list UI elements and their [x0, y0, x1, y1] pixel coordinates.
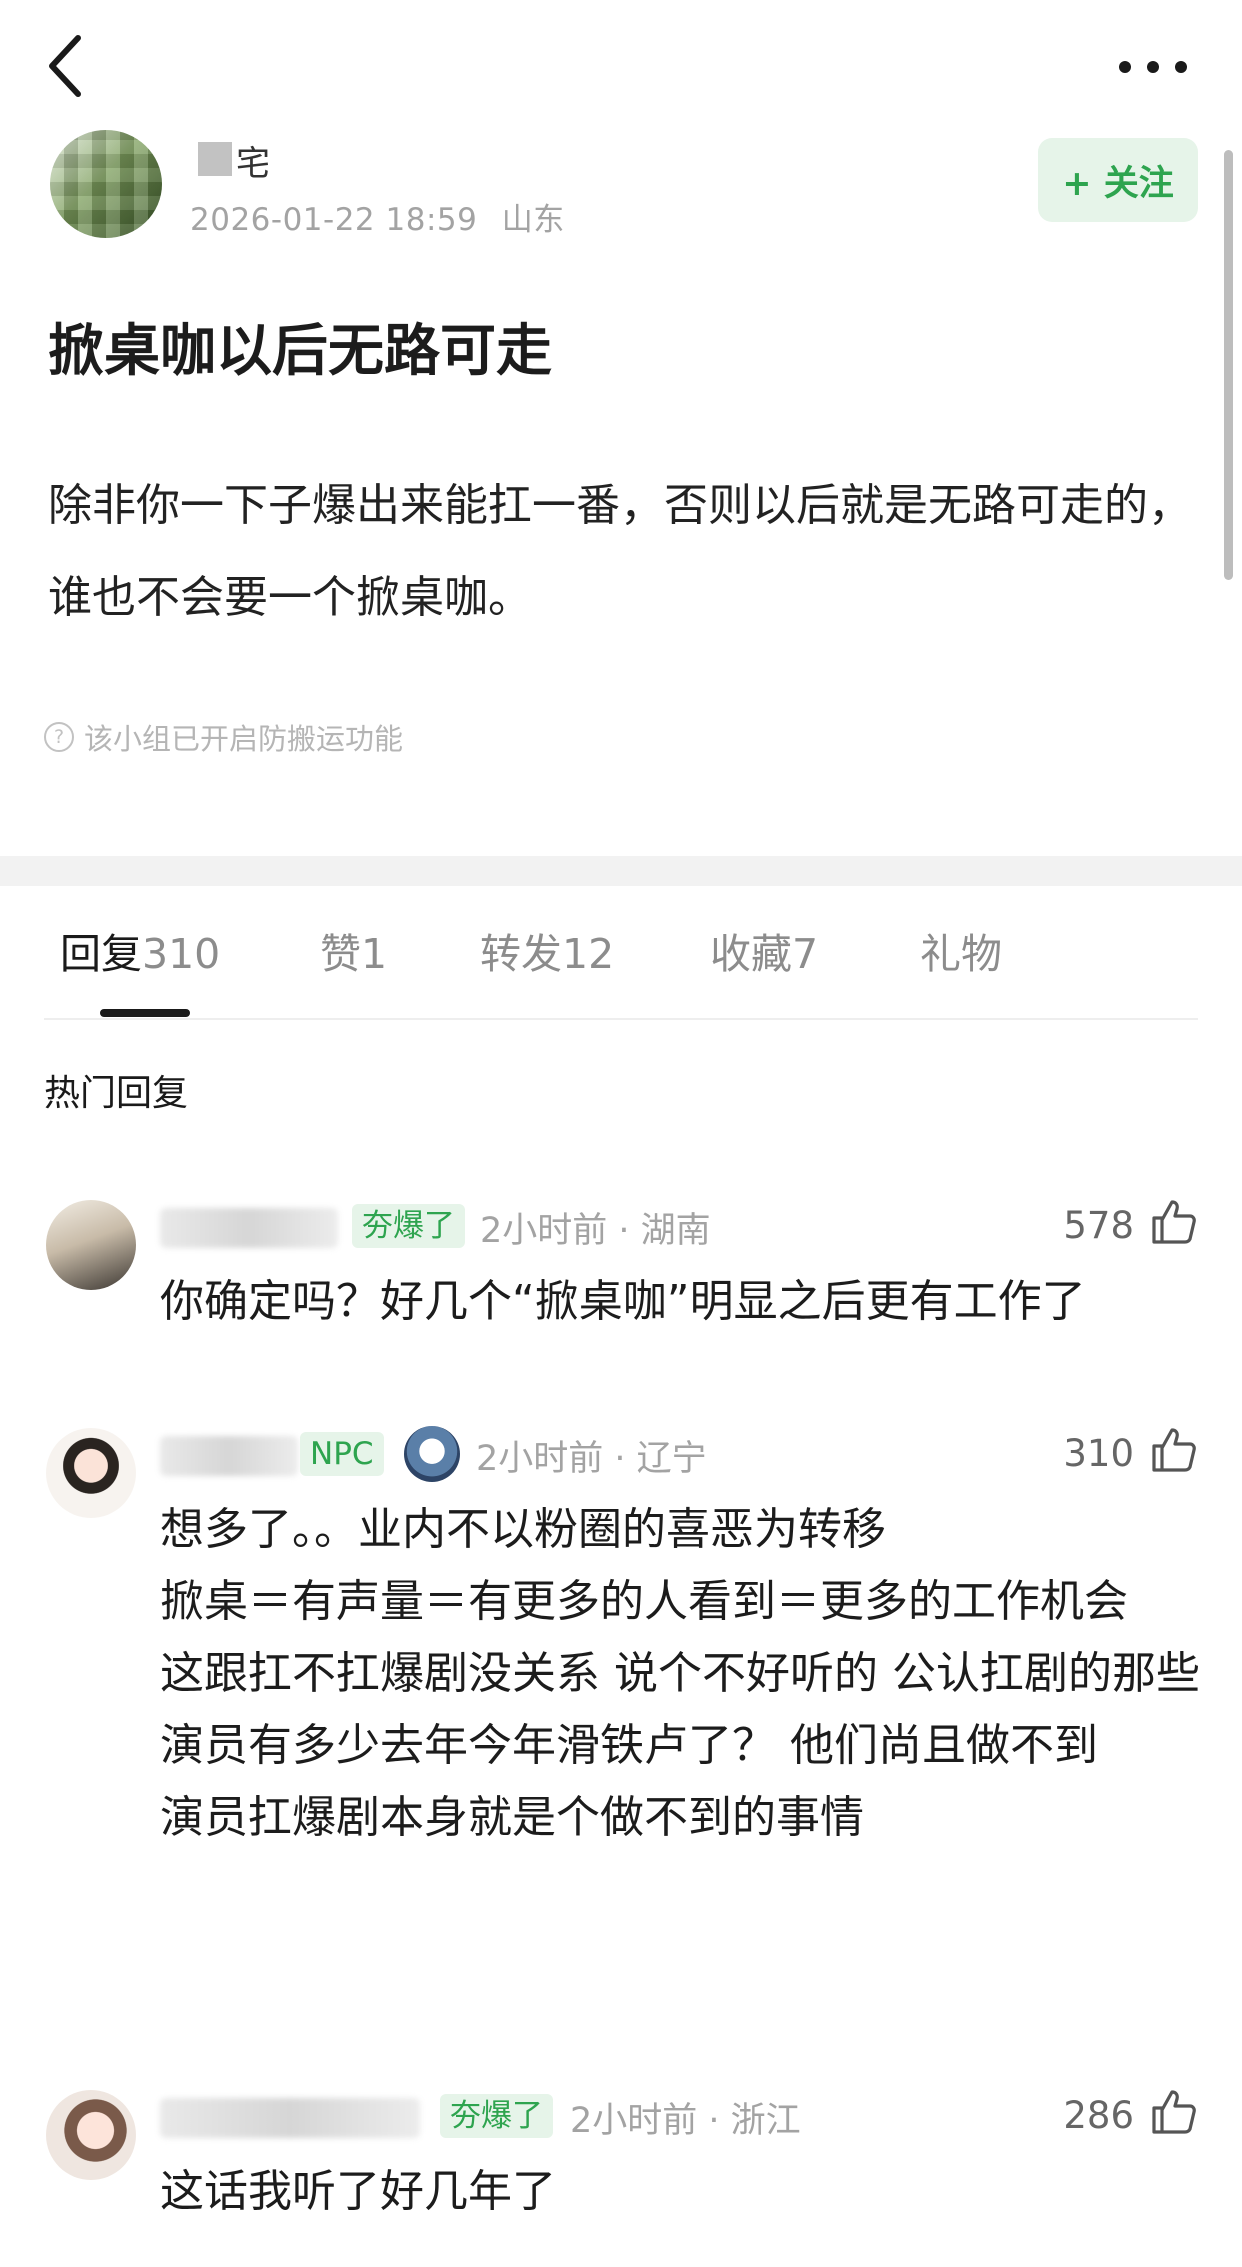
comment-time: 2小时前 — [570, 2101, 698, 2141]
npc-badge: NPC — [300, 1432, 384, 1476]
more-horizontal-icon[interactable] — [1108, 52, 1198, 82]
post-body: 除非你一下子爆出来能扛一番，否则以后就是无路可走的，谁也不会要一个掀桌咖。 — [48, 480, 1192, 623]
tab-gifts[interactable]: 礼物 — [920, 920, 1002, 980]
tab-likes-label: 赞 — [320, 930, 361, 978]
follow-button-label: + 关注 — [1062, 163, 1174, 204]
tab-likes-count: 1 — [361, 930, 388, 978]
comment-line: 想多了。。业内不以粉圈的喜恶为转移 — [160, 1504, 886, 1555]
tab-gifts-label: 礼物 — [920, 930, 1002, 978]
comment-line: 掀桌＝有声量＝有更多的人看到＝更多的工作机会 — [160, 1576, 1128, 1627]
comment-avatar[interactable] — [46, 1200, 136, 1290]
tab-likes[interactable]: 赞1 — [320, 920, 387, 980]
status-badge: 夯爆了 — [440, 2094, 553, 2138]
post-timestamp: 2026-01-22 18:59 — [190, 202, 478, 238]
comment-time: 2小时前 — [480, 1211, 608, 1251]
post-location: 山东 — [501, 202, 565, 238]
tab-reposts[interactable]: 转发12 — [480, 920, 614, 980]
comment-meta: 2小时前 · 湖南 — [480, 1211, 711, 1251]
comment-text: 这话我听了好几年了 — [160, 2166, 556, 2217]
status-badge: 夯爆了 — [352, 1204, 465, 1248]
tab-reposts-count: 12 — [562, 930, 615, 978]
tab-favorites[interactable]: 收藏7 — [710, 920, 818, 980]
comment-meta: 2小时前 · 浙江 — [570, 2101, 801, 2141]
commenter-name[interactable] — [160, 1436, 298, 1476]
comment-region: 湖南 — [640, 1211, 711, 1251]
question-circle-icon: ? — [44, 722, 74, 752]
comment-avatar[interactable] — [46, 1428, 136, 1518]
section-divider — [0, 856, 1242, 886]
commenter-name[interactable] — [160, 2098, 420, 2138]
notice-text: 该小组已开启防搬运功能 — [84, 722, 404, 756]
duck-emblem-icon — [404, 1426, 460, 1482]
comment-text: 想多了。。业内不以粉圈的喜恶为转移 掀桌＝有声量＝有更多的人看到＝更多的工作机会… — [160, 1494, 1200, 1854]
thumbs-up-icon[interactable] — [1148, 1424, 1200, 1476]
follow-button[interactable]: + 关注 — [1038, 138, 1198, 222]
thumbs-up-icon[interactable] — [1148, 1196, 1200, 1248]
author-name-mosaic — [198, 142, 232, 176]
scrollbar[interactable] — [1224, 150, 1233, 580]
post-meta: 2026-01-22 18:59 山东 — [190, 194, 565, 239]
author-avatar[interactable] — [50, 130, 162, 238]
tab-replies-label: 回复 — [60, 930, 142, 978]
back-chevron-icon[interactable] — [40, 28, 100, 108]
comment-line: 演员扛爆剧本身就是个做不到的事情 — [160, 1792, 864, 1843]
comment-avatar[interactable] — [46, 2090, 136, 2180]
comment-meta: 2小时前 · 辽宁 — [476, 1439, 707, 1479]
comment-line: 这跟扛不扛爆剧没关系 说个不好听的 公认扛剧的那些演员有多少去年今年滑铁卢了？ … — [160, 1648, 1200, 1771]
commenter-name[interactable] — [160, 1208, 338, 1248]
comment-text: 你确定吗？好几个“掀桌咖”明显之后更有工作了 — [160, 1276, 1086, 1327]
active-tab-indicator — [100, 1009, 190, 1017]
author-name[interactable]: 宅 — [198, 136, 278, 184]
tab-replies-count: 310 — [142, 930, 221, 978]
hot-replies-heading: 热门回复 — [44, 1073, 189, 1114]
author-name-text: 宅 — [236, 144, 270, 184]
like-count: 578 — [1063, 1204, 1134, 1247]
comment-region: 辽宁 — [636, 1439, 707, 1479]
comment-time: 2小时前 — [476, 1439, 604, 1479]
tab-replies[interactable]: 回复310 — [60, 920, 220, 980]
anti-repost-notice: ? 该小组已开启防搬运功能 — [44, 716, 403, 758]
like-count: 286 — [1063, 2094, 1134, 2137]
comment-region: 浙江 — [730, 2101, 801, 2141]
tab-favorites-label: 收藏 — [710, 930, 792, 978]
engagement-tabs: 回复310 赞1 转发12 收藏7 礼物 — [0, 920, 1242, 990]
tab-favorites-count: 7 — [792, 930, 819, 978]
like-count: 310 — [1063, 1432, 1134, 1475]
tab-reposts-label: 转发 — [480, 930, 562, 978]
thumbs-up-icon[interactable] — [1148, 2086, 1200, 2138]
tabs-divider — [44, 1018, 1198, 1020]
post-title: 掀桌咖以后无路可走 — [48, 319, 552, 384]
